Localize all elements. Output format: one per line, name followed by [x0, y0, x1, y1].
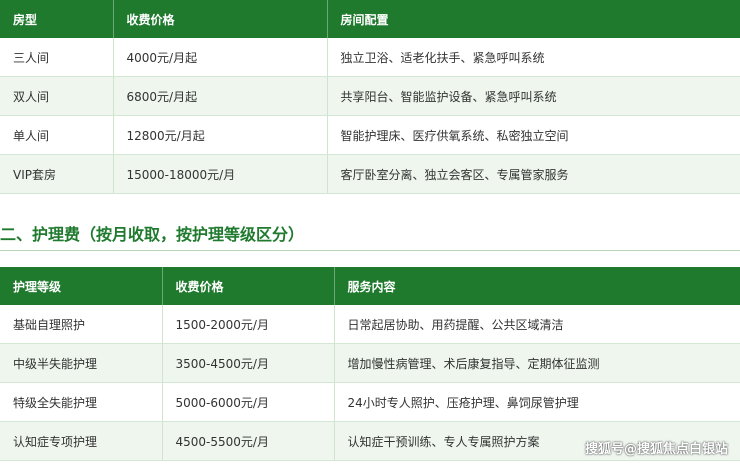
care-fee-table: 护理等级 收费价格 服务内容 基础自理照护 1500-2000元/月 日常起居协…: [0, 267, 740, 461]
table-row: 基础自理照护 1500-2000元/月 日常起居协助、用药提醒、公共区域清洁: [0, 305, 740, 344]
header-service-content: 服务内容: [334, 267, 740, 305]
header-room-config: 房间配置: [327, 0, 740, 38]
price-cell: 4000元/月起: [113, 38, 328, 77]
room-type-cell: 单人间: [0, 115, 114, 155]
table-row: VIP套房 15000-18000元/月 客厅卧室分离、独立会客区、专属管家服务: [0, 154, 740, 194]
service-cell: 增加慢性病管理、术后康复指导、定期体征监测: [334, 343, 740, 383]
config-cell: 共享阳台、智能监护设备、紧急呼叫系统: [327, 76, 740, 116]
care-table-header-row: 护理等级 收费价格 服务内容: [0, 267, 740, 305]
table-row: 中级半失能护理 3500-4500元/月 增加慢性病管理、术后康复指导、定期体征…: [0, 343, 740, 383]
table-row: 三人间 4000元/月起 独立卫浴、适老化扶手、紧急呼叫系统: [0, 38, 740, 77]
price-cell: 6800元/月起: [113, 76, 328, 116]
price-cell: 4500-5500元/月: [162, 421, 335, 461]
service-cell: 24小时专人照护、压疮护理、鼻饲尿管护理: [334, 382, 740, 422]
header-room-type: 房型: [0, 0, 114, 38]
price-cell: 15000-18000元/月: [113, 154, 328, 194]
service-cell: 日常起居协助、用药提醒、公共区域清洁: [334, 305, 740, 344]
room-type-cell: 三人间: [0, 38, 114, 77]
config-cell: 独立卫浴、适老化扶手、紧急呼叫系统: [327, 38, 740, 77]
table-row: 单人间 12800元/月起 智能护理床、医疗供氧系统、私密独立空间: [0, 115, 740, 155]
table-row: 双人间 6800元/月起 共享阳台、智能监护设备、紧急呼叫系统: [0, 76, 740, 116]
sohu-watermark: 搜狐号@搜狐焦点白银站: [584, 442, 728, 457]
section-heading-care-fee: 二、护理费（按月收取，按护理等级区分）: [0, 225, 305, 244]
price-cell: 5000-6000元/月: [162, 382, 335, 422]
config-cell: 客厅卧室分离、独立会客区、专属管家服务: [327, 154, 740, 194]
care-level-cell: 中级半失能护理: [0, 343, 163, 383]
room-table-header-row: 房型 收费价格 房间配置: [0, 0, 740, 38]
care-level-cell: 基础自理照护: [0, 305, 163, 344]
price-cell: 12800元/月起: [113, 115, 328, 155]
header-care-level: 护理等级: [0, 267, 163, 305]
room-type-cell: VIP套房: [0, 154, 114, 194]
section-divider: [0, 250, 740, 251]
config-cell: 智能护理床、医疗供氧系统、私密独立空间: [327, 115, 740, 155]
room-type-cell: 双人间: [0, 76, 114, 116]
care-level-cell: 认知症专项护理: [0, 421, 163, 461]
table-row: 特级全失能护理 5000-6000元/月 24小时专人照护、压疮护理、鼻饲尿管护…: [0, 382, 740, 422]
price-cell: 1500-2000元/月: [162, 305, 335, 344]
care-level-cell: 特级全失能护理: [0, 382, 163, 422]
header-price: 收费价格: [162, 267, 335, 305]
room-price-table: 房型 收费价格 房间配置 三人间 4000元/月起 独立卫浴、适老化扶手、紧急呼…: [0, 0, 740, 194]
header-price: 收费价格: [113, 0, 328, 38]
price-cell: 3500-4500元/月: [162, 343, 335, 383]
